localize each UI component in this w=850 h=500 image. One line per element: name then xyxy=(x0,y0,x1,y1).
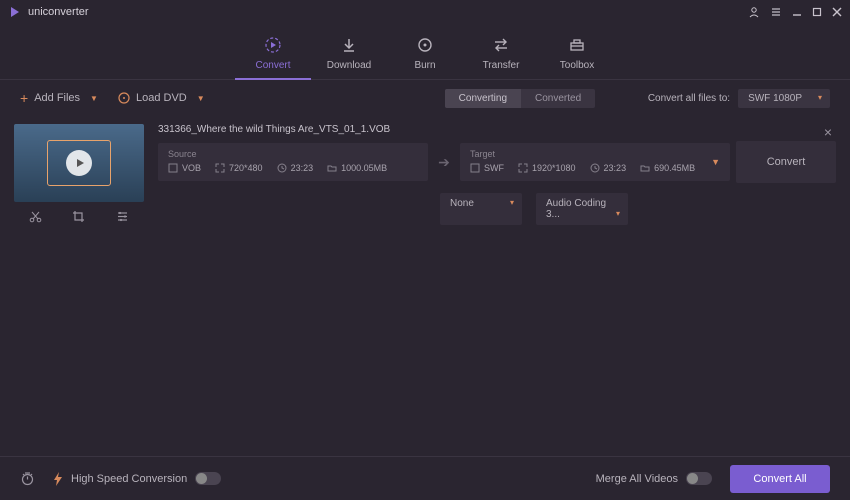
plus-icon: + xyxy=(20,90,28,106)
target-resolution: 1920*1080 xyxy=(532,163,576,173)
video-track-value: None xyxy=(450,198,474,209)
titlebar: uniconverter xyxy=(0,0,850,24)
source-duration: 23:23 xyxy=(291,163,314,173)
chevron-down-icon: ▼ xyxy=(711,157,720,167)
audio-track-value: Audio Coding 3... xyxy=(546,198,606,220)
target-format-select[interactable]: SWF 1080P xyxy=(738,89,830,108)
account-icon[interactable] xyxy=(748,6,760,18)
load-dvd-label: Load DVD xyxy=(136,92,187,104)
merge-all-label: Merge All Videos xyxy=(596,473,678,485)
target-format: SWF xyxy=(484,163,504,173)
chevron-down-icon: ▼ xyxy=(197,94,205,103)
target-duration: 23:23 xyxy=(604,163,627,173)
toolbox-icon xyxy=(568,36,586,54)
video-track-select[interactable]: None xyxy=(440,193,522,225)
nav-download-label: Download xyxy=(327,60,371,71)
transfer-icon xyxy=(492,36,510,54)
file-card: × 331366_Where the wild Things Are_VTS_0… xyxy=(14,124,836,225)
add-files-label: Add Files xyxy=(34,92,80,104)
add-files-button[interactable]: + Add Files ▼ xyxy=(20,90,98,106)
menu-icon[interactable] xyxy=(770,6,782,18)
bolt-icon xyxy=(53,472,63,486)
timer-icon[interactable] xyxy=(20,471,35,486)
clock-icon xyxy=(590,163,600,173)
audio-track-select[interactable]: Audio Coding 3... xyxy=(536,193,628,225)
target-panel[interactable]: ▼ Target SWF 1920*1080 23:23 690.45MB xyxy=(460,143,730,181)
nav-transfer-label: Transfer xyxy=(483,60,520,71)
maximize-icon[interactable] xyxy=(812,7,822,17)
trim-icon[interactable] xyxy=(29,210,42,223)
remove-file-icon[interactable]: × xyxy=(824,124,832,140)
close-icon[interactable] xyxy=(832,7,842,17)
seg-converting[interactable]: Converting xyxy=(445,89,521,108)
nav-toolbox[interactable]: Toolbox xyxy=(539,36,615,79)
source-format: VOB xyxy=(182,163,201,173)
content-area: × 331366_Where the wild Things Are_VTS_0… xyxy=(0,116,850,233)
high-speed-label: High Speed Conversion xyxy=(71,473,187,485)
crop-icon[interactable] xyxy=(72,210,85,223)
resolution-icon xyxy=(215,163,225,173)
nav-toolbox-label: Toolbox xyxy=(560,60,594,71)
source-label: Source xyxy=(168,149,418,159)
convert-icon xyxy=(264,36,282,54)
resolution-icon xyxy=(518,163,528,173)
file-name: 331366_Where the wild Things Are_VTS_01_… xyxy=(158,124,836,135)
high-speed-toggle[interactable] xyxy=(195,472,221,485)
convert-all-label: Convert all files to: xyxy=(648,93,730,104)
app-title: uniconverter xyxy=(28,6,89,18)
disc-icon xyxy=(118,92,130,104)
source-size: 1000.05MB xyxy=(341,163,387,173)
nav-transfer[interactable]: Transfer xyxy=(463,36,539,79)
target-label: Target xyxy=(470,149,720,159)
source-resolution: 720*480 xyxy=(229,163,263,173)
merge-all-toggle[interactable] xyxy=(686,472,712,485)
source-panel: Source VOB 720*480 23:23 1000.05MB xyxy=(158,143,428,181)
nav-convert[interactable]: Convert xyxy=(235,36,311,79)
clock-icon xyxy=(277,163,287,173)
video-thumbnail[interactable] xyxy=(14,124,144,202)
target-size: 690.45MB xyxy=(654,163,695,173)
status-segmented: Converting Converted xyxy=(445,89,596,108)
seg-converted[interactable]: Converted xyxy=(521,89,595,108)
play-icon xyxy=(66,150,92,176)
nav-burn[interactable]: Burn xyxy=(387,36,463,79)
arrow-icon: ➔ xyxy=(434,154,454,171)
app-logo-icon xyxy=(8,5,22,19)
folder-icon xyxy=(640,163,650,173)
toolbar: + Add Files ▼ Load DVD ▼ Converting Conv… xyxy=(0,80,850,116)
target-format-value: SWF 1080P xyxy=(748,93,802,104)
convert-all-button[interactable]: Convert All xyxy=(730,465,830,493)
effects-icon[interactable] xyxy=(116,210,129,223)
format-icon xyxy=(168,163,178,173)
load-dvd-button[interactable]: Load DVD ▼ xyxy=(118,92,205,104)
folder-icon xyxy=(327,163,337,173)
nav-download[interactable]: Download xyxy=(311,36,387,79)
convert-button-label: Convert xyxy=(767,156,806,168)
convert-button[interactable]: Convert xyxy=(736,141,836,183)
convert-all-label: Convert All xyxy=(753,473,806,485)
download-icon xyxy=(340,36,358,54)
nav-burn-label: Burn xyxy=(414,60,435,71)
chevron-down-icon: ▼ xyxy=(90,94,98,103)
burn-icon xyxy=(416,36,434,54)
format-icon xyxy=(470,163,480,173)
main-nav: Convert Download Burn Transfer Toolbox xyxy=(0,24,850,80)
nav-convert-label: Convert xyxy=(255,60,290,71)
minimize-icon[interactable] xyxy=(792,7,802,17)
footer: High Speed Conversion Merge All Videos C… xyxy=(0,456,850,500)
